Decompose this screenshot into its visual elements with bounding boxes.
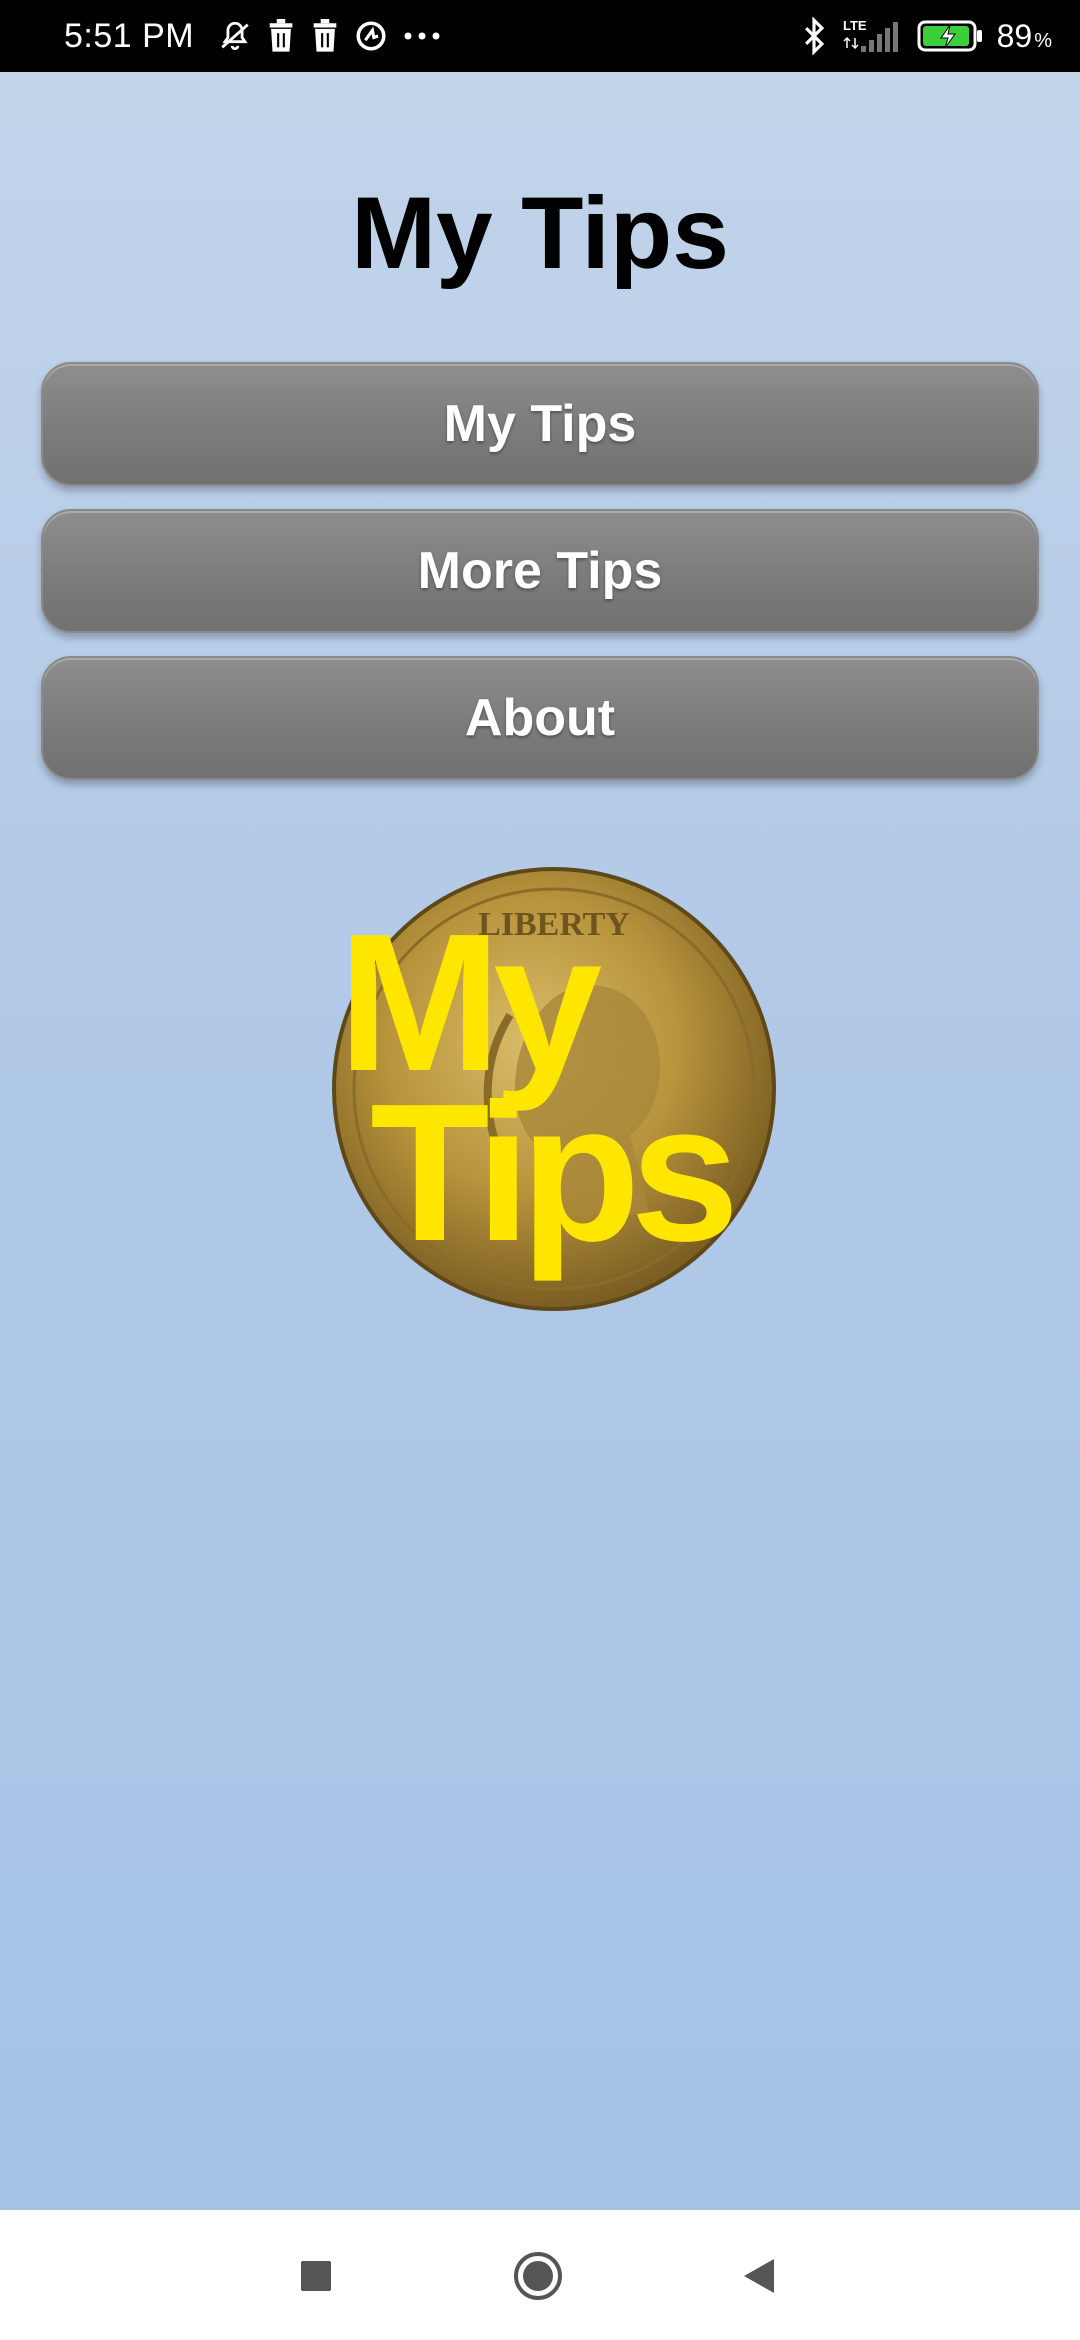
navigation-bar (0, 2210, 1080, 2340)
home-circle-icon[interactable] (508, 2246, 568, 2306)
recents-square-icon[interactable] (286, 2246, 346, 2306)
status-bar: 5:51 PM LTE 89 % (0, 0, 1080, 72)
my-tips-button[interactable]: My Tips (41, 362, 1039, 486)
lte-signal-icon: LTE (841, 16, 903, 56)
logo-line2: Tips (370, 1063, 731, 1282)
bluetooth-icon (801, 17, 827, 55)
app-logo: LIBERTY My Tips (330, 865, 778, 1313)
more-tips-button[interactable]: More Tips (41, 509, 1039, 633)
more-dots-icon (402, 30, 442, 42)
battery-percent: 89% (997, 18, 1052, 55)
coin-logo-graphic: LIBERTY My Tips (332, 867, 776, 1311)
about-button[interactable]: About (41, 656, 1039, 780)
data-saver-icon (354, 19, 388, 53)
battery-charging-icon (917, 19, 983, 53)
network-label: LTE (843, 18, 867, 33)
app-main: My Tips My Tips More Tips About LIBERTY … (0, 72, 1080, 2210)
notifications-off-icon (218, 19, 252, 53)
trash-icon (310, 19, 340, 53)
status-icons-left (218, 19, 442, 53)
page-title: My Tips (351, 176, 729, 290)
status-right: LTE 89% (801, 16, 1052, 56)
trash-icon (266, 19, 296, 53)
battery-percent-unit: % (1034, 29, 1052, 52)
battery-percent-value: 89 (996, 17, 1033, 54)
status-left: 5:51 PM (64, 17, 442, 56)
back-triangle-icon[interactable] (730, 2246, 790, 2306)
status-time: 5:51 PM (64, 16, 195, 55)
